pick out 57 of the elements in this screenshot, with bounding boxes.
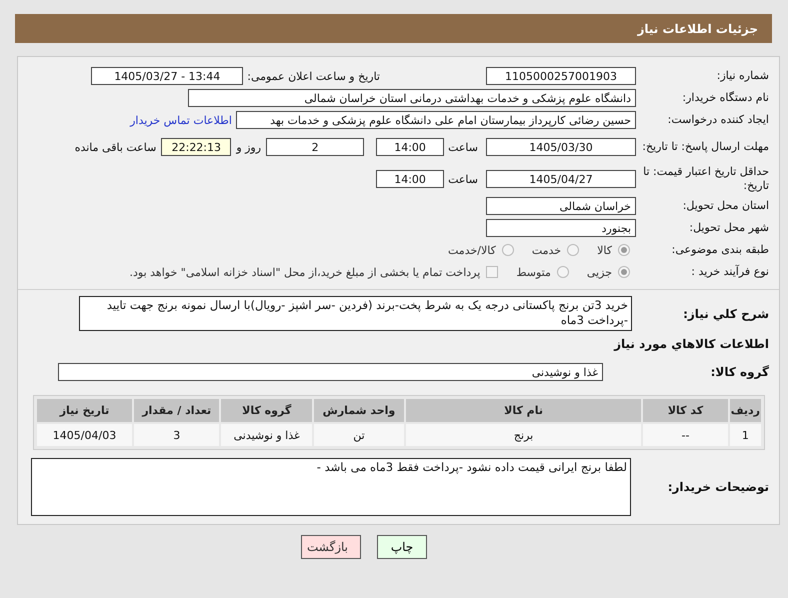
column-header: کد کالا [643,399,728,422]
text-field[interactable]: 1105000257001903 [486,67,636,85]
table-cell: 1405/04/03 [37,424,132,446]
text-field[interactable]: 1405/04/27 [486,170,636,188]
page-title: جزئیات اطلاعات نیاز [637,22,758,36]
text-field[interactable]: حسین رضائی کارپرداز بیمارستان امام علی دانشگاه علوم پزشکی و خدمات بهد [236,111,636,129]
field-label: استان محل تحویل: [682,199,770,213]
text-field[interactable]: 1405/03/30 [486,138,636,156]
text-field[interactable]: 14:00 [376,170,444,188]
print-button[interactable]: چاپ [377,535,427,559]
field-label: شهر محل تحویل: [688,221,770,235]
option-label: خدمت [532,244,562,256]
field-label: ساعت [448,140,478,154]
option-label: کالا [597,244,612,256]
option-label: جزیی [586,266,612,278]
checkbox-label: پرداخت تمام یا بخشی از مبلغ خرید،از محل "اسناد خزانه اسلامی" خواهد بود. [130,266,480,278]
column-header: تاریخ نیاز [37,399,132,422]
field-label: توضیحات خریدار: [666,480,770,494]
table-cell: 1 [730,424,761,446]
field-label: طبقه بندی موضوعی: [670,243,770,257]
field-label: حداقل تاریخ اعتبار قیمت: تا تاریخ: [642,165,770,193]
column-header: واحد شمارش [314,399,404,422]
contact-link[interactable]: اطلاعات تماس خریدار [130,114,232,126]
field-label: روز و [236,140,262,154]
column-header: گروه کالا [221,399,312,422]
field-label: نوع فرآیند خرید : [690,265,770,279]
text-field[interactable]: 1405/03/27 - 13:44 [91,67,244,85]
column-header: تعداد / مقدار [134,399,220,422]
field-label: ساعت [448,172,478,186]
text-field[interactable]: 2 [266,138,364,156]
field-label: شماره نیاز: [716,69,770,83]
text-area[interactable]: لطفا برنج ایرانی قیمت داده نشود -پرداخت فقط 3ماه می باشد - [31,458,631,516]
table-cell: برنج [406,424,642,446]
field-label: شرح کلي نیاز: [682,306,770,320]
field-label: نام دستگاه خریدار: [681,91,770,105]
column-header: نام کالا [406,399,642,422]
field-label: تاریخ و ساعت اعلان عمومی: [247,70,380,82]
field-label: گروه کالا: [710,365,770,379]
text-field[interactable]: 14:00 [376,138,444,156]
table-cell: تن [314,424,404,446]
text-field[interactable]: دانشگاه علوم پزشکی و خدمات بهداشتی درمانی استان خراسان شمالی [188,89,636,107]
option-label: کالا/خدمت [448,244,496,256]
table-cell: 3 [134,424,220,446]
back-button[interactable]: بازگشت [301,535,361,559]
text-field[interactable]: بجنورد [486,219,636,237]
text-field[interactable]: غذا و نوشیدنی [58,363,603,381]
text-field[interactable]: خراسان شمالی [486,197,636,215]
field-label: مهلت ارسال پاسخ: تا تاریخ: [641,140,770,154]
section-heading: اطلاعات کالاهاي مورد نیاز [612,337,770,351]
field-label: ساعت باقی مانده [74,140,156,154]
table-cell: -- [643,424,728,446]
text-field[interactable]: 22:22:13 [161,138,232,156]
option-label: متوسط [516,266,551,278]
text-area[interactable]: خرید 3تن برنج پاکستانی درجه یک به شرط پخت-برند (فردین -سر اشپز -رویال)با ارسال نمونه برنج جهت تایید -پرداخت 3ماه [79,296,632,331]
table-cell: غذا و نوشیدنی [221,424,312,446]
column-header: ردیف [730,399,761,422]
field-label: ایجاد کننده درخواست: [666,113,770,127]
